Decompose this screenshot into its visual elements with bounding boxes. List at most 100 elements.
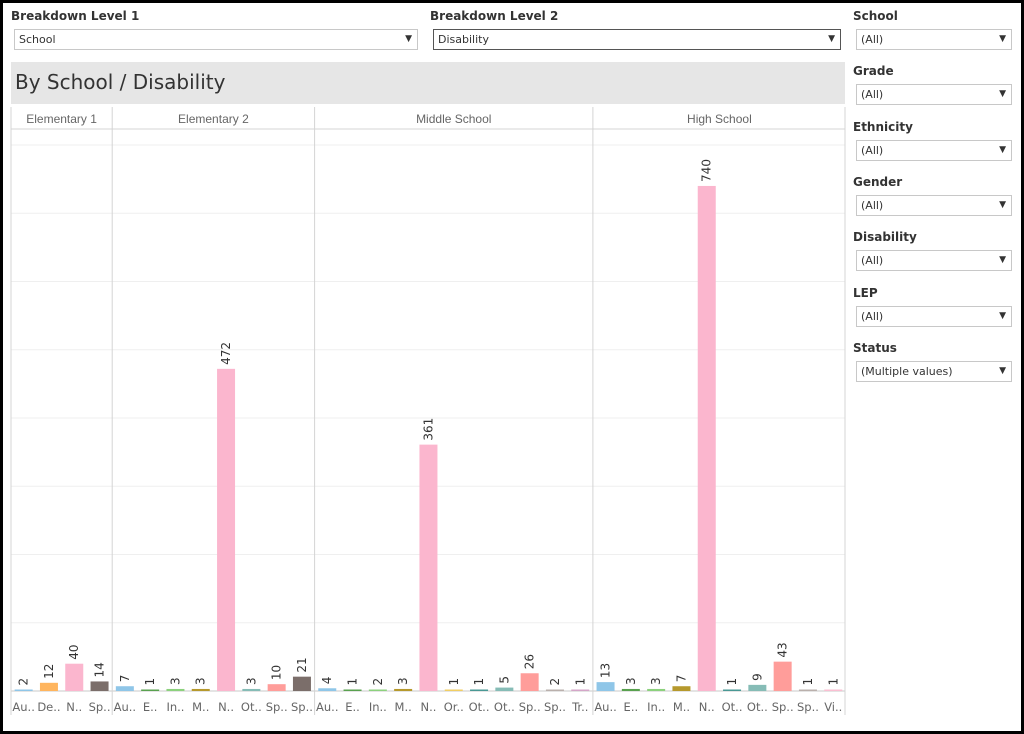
bar	[242, 688, 261, 691]
pane-header: High School	[687, 112, 752, 126]
bar	[267, 684, 286, 691]
bar	[343, 689, 362, 691]
bar	[14, 689, 33, 691]
data-label: 2	[17, 678, 31, 686]
bar	[65, 663, 84, 691]
bar	[191, 688, 210, 691]
category-label: Sp..	[772, 700, 794, 714]
data-label: 5	[497, 676, 511, 684]
bar	[621, 688, 640, 691]
bar-chart: Elementary 12Au..12De..40N..14Sp..Elemen…	[10, 107, 846, 715]
category-label: Vi..	[824, 700, 842, 714]
data-label: 1	[143, 678, 157, 686]
bar	[292, 676, 311, 691]
data-label: 740	[700, 159, 714, 182]
category-label: Sp..	[266, 700, 288, 714]
data-label: 3	[194, 677, 208, 685]
data-label: 26	[523, 654, 537, 669]
category-label: In..	[647, 700, 665, 714]
pane-header: Elementary 1	[26, 112, 97, 126]
data-label: 1	[346, 678, 360, 686]
category-label: N..	[218, 700, 234, 714]
data-label: 472	[219, 342, 233, 365]
category-label: Ot..	[722, 700, 743, 714]
category-label: M..	[395, 700, 412, 714]
data-label: 9	[750, 673, 764, 681]
bar	[318, 688, 337, 691]
data-label: 14	[93, 662, 107, 677]
category-label: Au..	[114, 700, 136, 714]
data-label: 40	[67, 644, 81, 659]
bar	[748, 684, 767, 691]
data-label: 1	[725, 678, 739, 686]
category-label: Au..	[594, 700, 616, 714]
category-label: Or..	[444, 700, 464, 714]
bar	[141, 689, 160, 691]
bar	[723, 689, 742, 691]
bar	[520, 673, 539, 691]
category-label: Ot..	[241, 700, 262, 714]
category-label: Au..	[12, 700, 34, 714]
bar	[444, 689, 463, 691]
bar	[773, 661, 792, 691]
bar	[394, 688, 413, 691]
data-label: 1	[801, 678, 815, 686]
data-label: 13	[599, 663, 613, 678]
category-label: In..	[369, 700, 387, 714]
bar	[166, 688, 185, 691]
category-label: M..	[673, 700, 690, 714]
category-label: Ot..	[494, 700, 515, 714]
category-label: Sp..	[89, 700, 111, 714]
data-label: 21	[295, 657, 309, 672]
category-label: In..	[166, 700, 184, 714]
data-label: 7	[674, 675, 688, 683]
data-label: 7	[118, 675, 132, 683]
bar	[545, 689, 564, 691]
pane-header: Elementary 2	[178, 112, 249, 126]
bar	[647, 688, 666, 691]
data-label: 43	[776, 642, 790, 657]
category-label: N..	[66, 700, 82, 714]
bar	[39, 682, 58, 691]
bar	[697, 185, 716, 691]
pane-header: Middle School	[416, 112, 491, 126]
bar	[495, 687, 514, 691]
data-label: 1	[573, 678, 587, 686]
data-label: 1	[826, 678, 840, 686]
category-label: N..	[420, 700, 436, 714]
category-label: Au..	[316, 700, 338, 714]
data-label: 3	[168, 677, 182, 685]
dashboard: Breakdown Level 1 School ▼ Breakdown Lev…	[3, 3, 1021, 731]
data-label: 10	[270, 665, 284, 680]
category-label: Sp..	[797, 700, 819, 714]
bar	[824, 689, 843, 691]
category-label: N..	[699, 700, 715, 714]
data-label: 3	[244, 677, 258, 685]
data-label: 2	[548, 678, 562, 686]
bar	[419, 444, 438, 691]
bar	[470, 689, 489, 691]
data-label: 1	[472, 678, 486, 686]
data-label: 2	[371, 678, 385, 686]
category-label: M..	[192, 700, 209, 714]
data-label: 3	[649, 677, 663, 685]
category-label: Sp..	[519, 700, 541, 714]
data-label: 3	[624, 677, 638, 685]
bar	[90, 681, 109, 691]
category-label: E..	[624, 700, 639, 714]
category-label: Tr..	[571, 700, 588, 714]
bar	[596, 682, 615, 691]
data-label: 3	[396, 677, 410, 685]
data-label: 12	[42, 664, 56, 679]
bar	[571, 689, 590, 691]
bar	[368, 689, 387, 691]
category-label: E..	[143, 700, 158, 714]
data-label: 361	[421, 418, 435, 441]
category-label: Ot..	[747, 700, 768, 714]
category-label: Sp..	[544, 700, 566, 714]
data-label: 4	[320, 677, 334, 685]
bar	[115, 686, 134, 691]
category-label: De..	[37, 700, 60, 714]
data-label: 1	[447, 678, 461, 686]
bar	[798, 689, 817, 691]
